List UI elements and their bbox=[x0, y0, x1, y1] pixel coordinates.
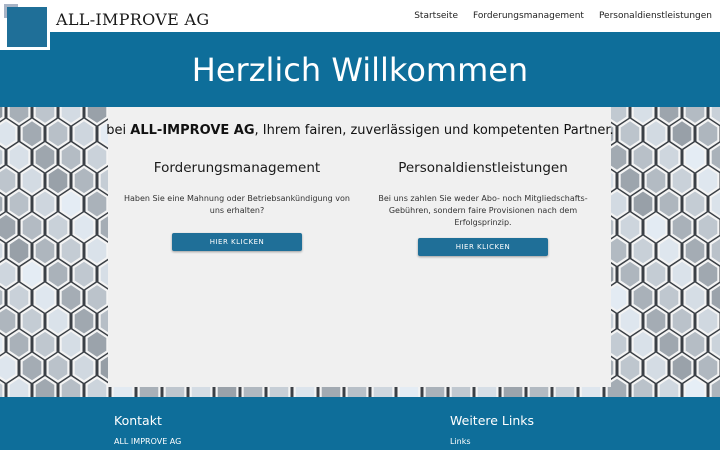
brand-name[interactable]: ALL-IMPROVE AG bbox=[56, 10, 209, 29]
logo[interactable] bbox=[0, 0, 50, 50]
site-header: ALL-IMPROVE AG Startseite Forderungsmana… bbox=[0, 0, 720, 50]
footer-link-links[interactable]: Links bbox=[450, 437, 534, 446]
intro-company: ALL-IMPROVE AG bbox=[130, 123, 255, 138]
personaldienstleistungen-button[interactable]: HIER KLICKEN bbox=[418, 238, 548, 256]
service-personaldienstleistungen: Personaldienstleistungen Bei uns zahlen … bbox=[363, 160, 603, 256]
footer-links: Weitere Links Links bbox=[450, 413, 534, 450]
intro-text: bei ALL-IMPROVE AG, Ihrem fairen, zuverl… bbox=[0, 123, 720, 138]
nav-item-startseite[interactable]: Startseite bbox=[414, 11, 458, 21]
main-nav: Startseite Forderungsmanagement Personal… bbox=[414, 11, 712, 21]
service-title: Personaldienstleistungen bbox=[398, 160, 568, 176]
service-title: Forderungsmanagement bbox=[153, 160, 321, 176]
logo-square bbox=[7, 7, 47, 47]
nav-item-forderungsmanagement[interactable]: Forderungsmanagement bbox=[473, 11, 584, 21]
nav-item-personaldienstleistungen[interactable]: Personaldienstleistungen bbox=[599, 11, 712, 21]
service-description: Bei uns zahlen Sie weder Abo- noch Mitgl… bbox=[378, 194, 588, 227]
service-forderungsmanagement: Forderungsmanagement Haben Sie eine Mahn… bbox=[117, 160, 357, 251]
intro-prefix: bei bbox=[106, 123, 131, 138]
hero-title: Herzlich Willkommen bbox=[191, 51, 529, 89]
footer-contact-title: Kontakt bbox=[114, 413, 162, 428]
service-description: Haben Sie eine Mahnung oder Betriebsankü… bbox=[124, 194, 350, 215]
forderungsmanagement-button[interactable]: HIER KLICKEN bbox=[172, 233, 302, 251]
footer-contact-company: ALL IMPROVE AG bbox=[114, 437, 182, 446]
site-footer: Kontakt ALL IMPROVE AG Weitere Links Lin… bbox=[0, 397, 720, 450]
intro-suffix: , Ihrem fairen, zuverlässigen und kompet… bbox=[254, 123, 614, 138]
footer-links-title: Weitere Links bbox=[450, 413, 535, 428]
footer-contact: Kontakt ALL IMPROVE AG bbox=[114, 413, 181, 450]
